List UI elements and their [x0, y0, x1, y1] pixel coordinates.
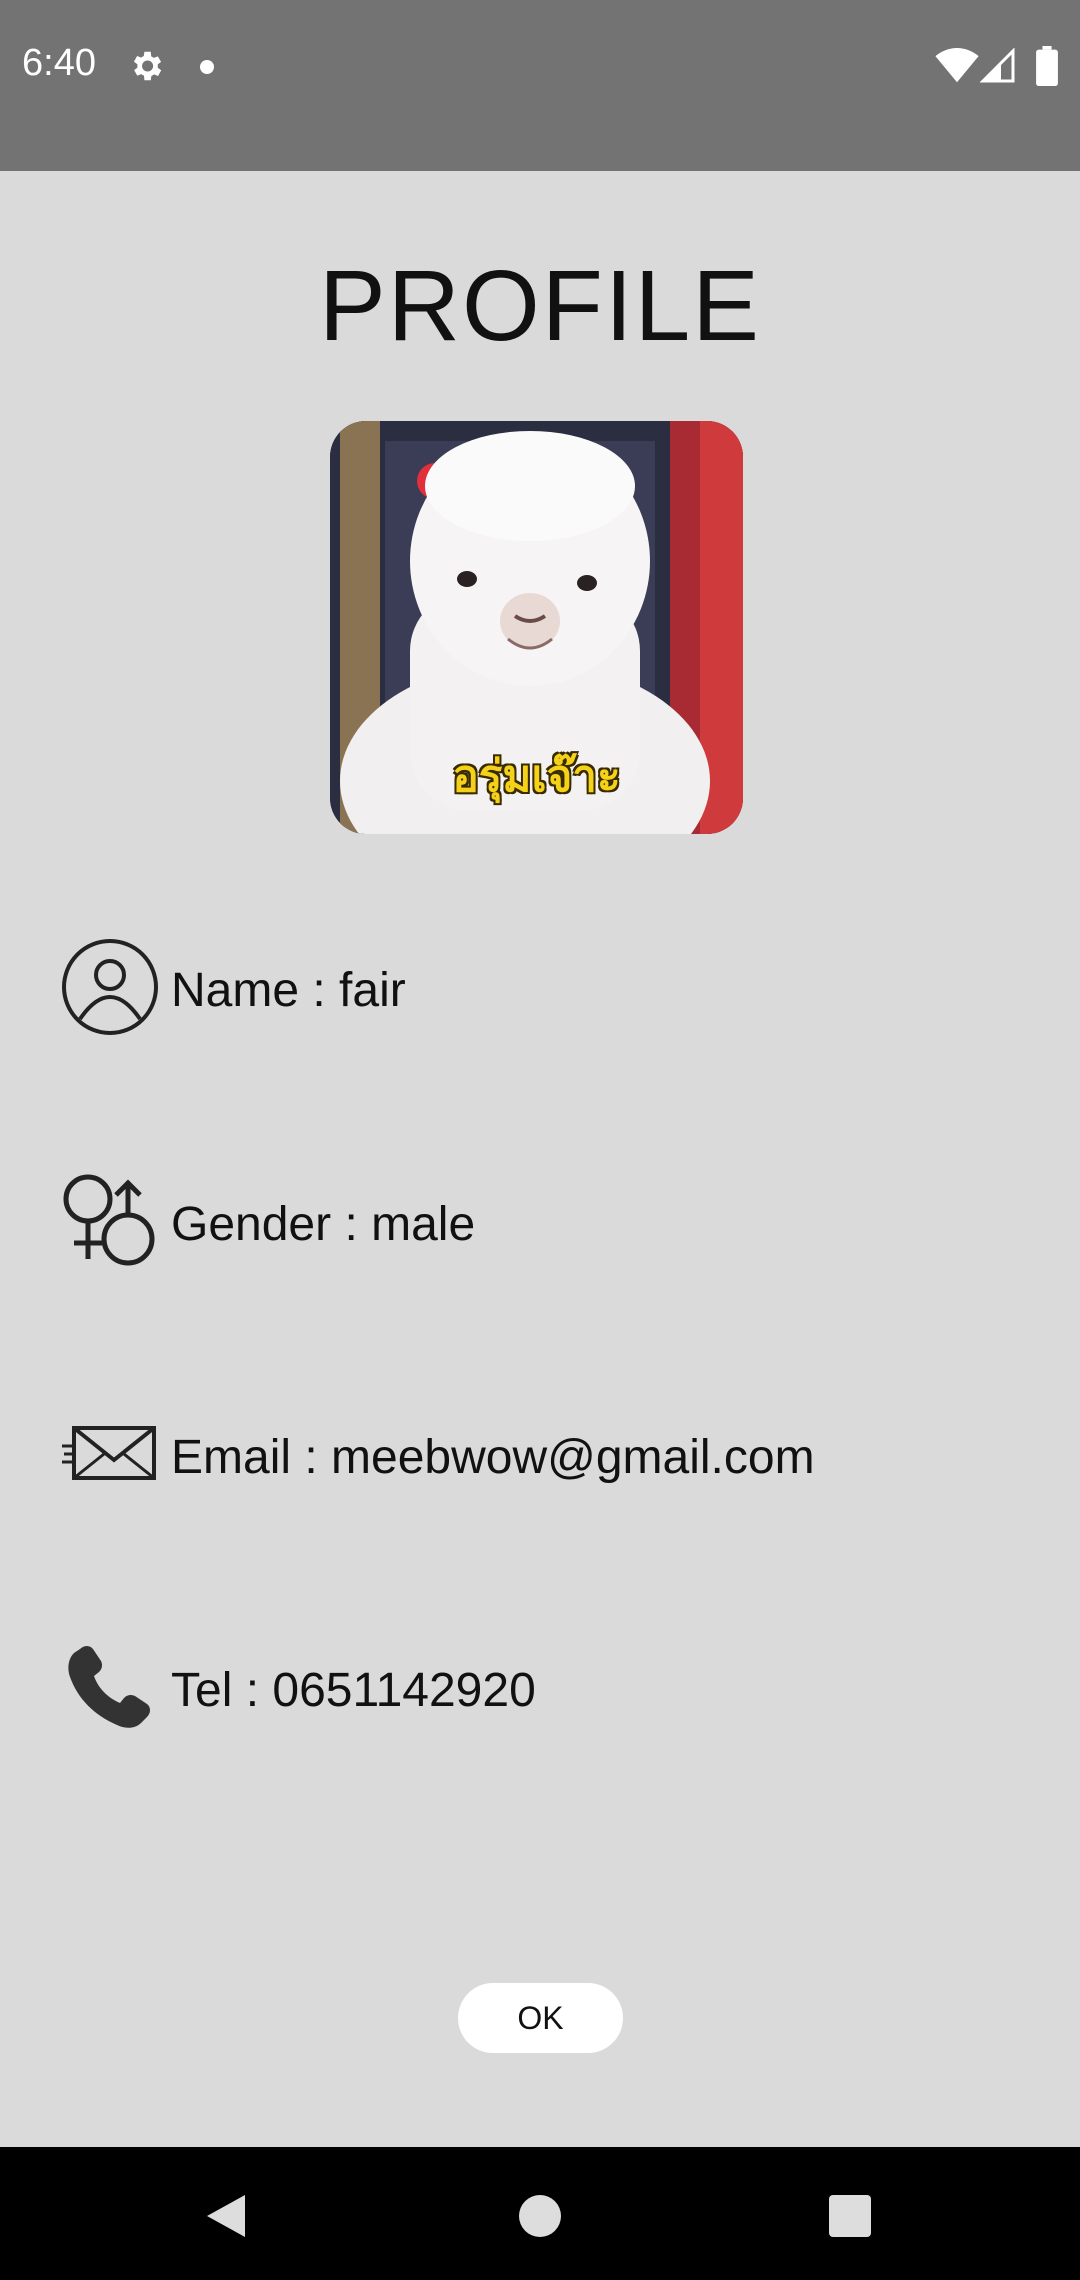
- email-row: Email : meebwow@gmail.com: [60, 1404, 1020, 1514]
- gear-icon: [133, 51, 162, 81]
- battery-icon: [1036, 46, 1058, 86]
- home-icon[interactable]: [519, 2195, 561, 2237]
- ok-button[interactable]: OK: [458, 1983, 623, 2053]
- signal-icon: [980, 48, 1015, 83]
- gender-icon: [63, 1174, 155, 1266]
- navigation-bar: [0, 2147, 1080, 2280]
- name-label: Name : fair: [171, 964, 406, 1017]
- mail-icon: [62, 1426, 156, 1480]
- notification-dot-icon: [200, 60, 214, 74]
- tel-row: Tel : 0651142920: [60, 1637, 1020, 1747]
- user-icon: [62, 939, 158, 1035]
- email-label: Email : meebwow@gmail.com: [171, 1431, 815, 1484]
- status-bar: 6:40: [0, 0, 1080, 171]
- name-row: Name : fair: [60, 937, 1020, 1047]
- profile-screen: PROFILE อรุ่มเจ๊าะ Name: fair Gender: …: [0, 171, 1080, 2147]
- phone-icon: [68, 1646, 150, 1728]
- back-icon[interactable]: [205, 2193, 247, 2239]
- status-time: 6:40: [22, 42, 96, 84]
- gender-label: Gender : male: [171, 1198, 476, 1251]
- gender-row: Gender : male: [60, 1171, 1020, 1281]
- profile-avatar: อรุ่มเจ๊าะ: [330, 421, 743, 834]
- page-title: PROFILE: [319, 250, 761, 362]
- recents-icon[interactable]: [829, 2195, 871, 2237]
- avatar-caption: อรุ่มเจ๊าะ: [452, 751, 621, 802]
- wifi-icon: [935, 48, 979, 83]
- tel-label: Tel : 0651142920: [171, 1664, 536, 1717]
